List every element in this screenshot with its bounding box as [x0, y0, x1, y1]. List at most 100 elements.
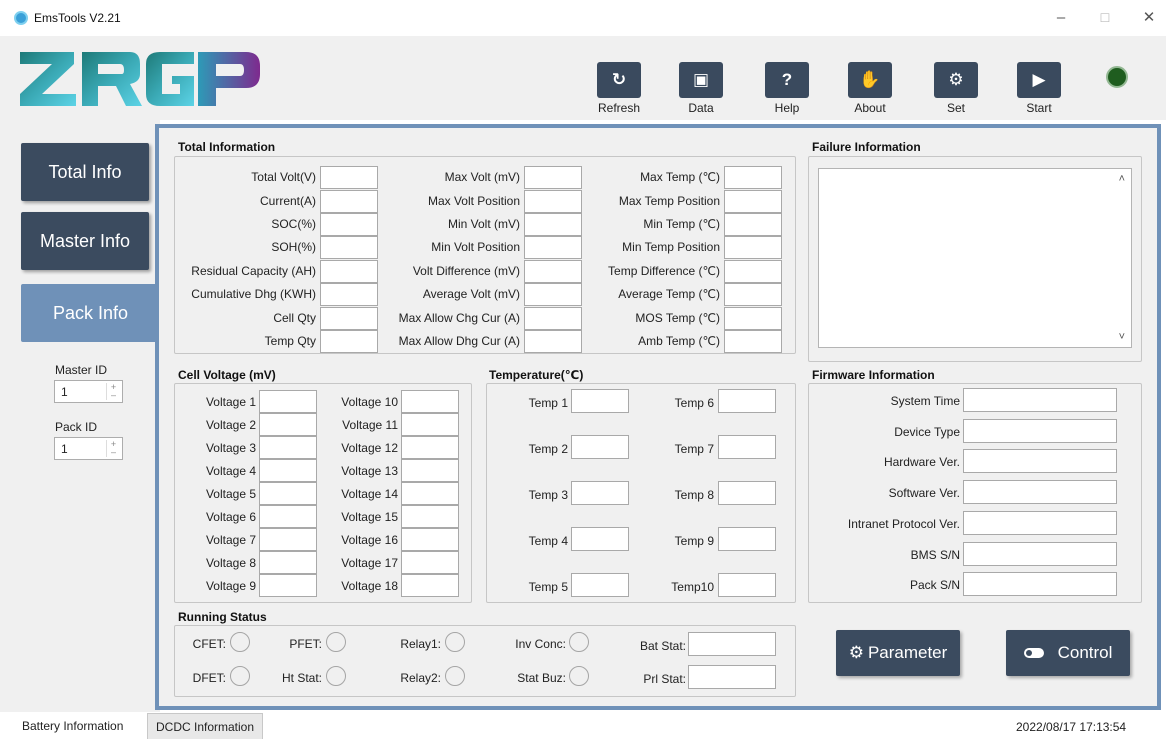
running-status-label: PFET:	[289, 637, 322, 651]
set-button[interactable]: ⚙ Set	[931, 62, 981, 115]
total-info-label: Cumulative Dhg (KWH)	[191, 287, 316, 301]
firmware-value-field	[963, 449, 1117, 473]
firmware-value-field	[963, 542, 1117, 566]
control-button[interactable]: Control	[1006, 630, 1130, 676]
cell-voltage-label: Voltage 3	[205, 441, 256, 455]
total-info-label: Max Temp (℃)	[640, 170, 720, 184]
window-title: EmsTools V2.21	[34, 11, 121, 25]
firmware-label: Hardware Ver.	[883, 455, 960, 469]
refresh-label: Refresh	[597, 101, 641, 115]
total-info-label: MOS Temp (℃)	[635, 311, 720, 325]
refresh-button[interactable]: ↻ Refresh	[594, 62, 644, 115]
gear-icon: ⚙	[848, 643, 864, 662]
cell-voltage-value-field	[401, 551, 459, 574]
master-id-spinbox[interactable]: 1 + –	[54, 380, 123, 403]
close-button[interactable]: ✕	[1134, 6, 1164, 30]
total-info-label: Min Temp Position	[622, 240, 720, 254]
total-info-label: Max Volt Position	[427, 194, 520, 208]
prl-stat-label: Prl Stat:	[643, 672, 686, 686]
total-info-label: Volt Difference (mV)	[412, 264, 520, 278]
firmware-label: System Time	[890, 394, 960, 408]
total-info-label: Max Allow Chg Cur (A)	[398, 311, 520, 325]
running-status-title: Running Status	[178, 610, 267, 624]
total-info-label: Residual Capacity (AH)	[191, 264, 316, 278]
parameter-button[interactable]: ⚙ Parameter	[836, 630, 960, 676]
help-icon: ?	[765, 62, 809, 98]
cell-voltage-label: Voltage 12	[341, 441, 398, 455]
pack-id-stepper[interactable]: + –	[106, 440, 120, 457]
cell-voltage-value-field	[401, 413, 459, 436]
data-button[interactable]: ▣ Data	[676, 62, 726, 115]
connection-status-indicator	[1106, 66, 1128, 88]
master-id-value: 1	[61, 385, 68, 399]
play-icon: ▶	[1017, 62, 1061, 98]
cell-voltage-value-field	[401, 482, 459, 505]
bat-stat-label: Bat Stat:	[639, 639, 686, 653]
toggle-icon	[1023, 648, 1044, 658]
tab-battery-information[interactable]: Battery Information	[14, 713, 132, 739]
running-status-label: Inv Conc:	[515, 637, 566, 651]
total-info-value-field	[724, 190, 782, 213]
total-info-value-field	[724, 330, 782, 353]
minimize-button[interactable]: –	[1046, 6, 1076, 30]
status-datetime: 2022/08/17 17:13:54	[1016, 720, 1127, 734]
temperature-label: Temp 2	[528, 442, 568, 456]
total-info-value-field	[724, 213, 782, 236]
total-info-value-field	[724, 236, 782, 259]
temperature-label: Temp 9	[674, 534, 714, 548]
total-info-value-field	[724, 166, 782, 189]
cell-voltage-label: Voltage 13	[341, 464, 398, 478]
start-label: Start	[1026, 101, 1052, 115]
status-indicator-circle	[445, 632, 465, 652]
temperature-label: Temp 6	[674, 396, 714, 410]
help-button[interactable]: ? Help	[762, 62, 812, 115]
cell-voltage-value-field	[401, 528, 459, 551]
cell-voltage-label: Voltage 4	[205, 464, 256, 478]
total-info-label: Total Volt(V)	[251, 170, 316, 184]
scroll-up-icon[interactable]: ˄	[1119, 173, 1125, 185]
master-id-stepper[interactable]: + –	[106, 383, 120, 400]
cell-voltage-label: Voltage 14	[341, 487, 398, 501]
running-status-label: CFET:	[192, 637, 226, 651]
cell-voltage-label: Voltage 17	[341, 556, 398, 570]
decrement-icon[interactable]: –	[107, 448, 120, 457]
running-status-label: Stat Buz:	[517, 671, 566, 685]
scroll-down-icon[interactable]: ˅	[1119, 331, 1125, 343]
app-icon	[14, 11, 28, 25]
cell-voltage-label: Voltage 10	[341, 395, 398, 409]
total-info-label: SOH(%)	[271, 240, 316, 254]
start-button[interactable]: ▶ Start	[1014, 62, 1064, 115]
total-info-label: Min Temp (℃)	[643, 217, 720, 231]
firmware-value-field	[963, 572, 1117, 596]
pack-id-value: 1	[61, 442, 68, 456]
pack-id-spinbox[interactable]: 1 + –	[54, 437, 123, 460]
decrement-icon[interactable]: –	[107, 391, 120, 400]
firmware-value-field	[963, 511, 1117, 535]
firmware-label: Intranet Protocol Ver.	[847, 517, 960, 531]
cell-voltage-label: Voltage 16	[341, 533, 398, 547]
temperature-label: Temp 3	[528, 488, 568, 502]
pack-id-label: Pack ID	[55, 420, 98, 434]
hand-icon: ✋	[848, 62, 892, 98]
status-indicator-circle	[326, 632, 346, 652]
total-info-label: Max Volt (mV)	[444, 170, 520, 184]
cell-voltage-title: Cell Voltage (mV)	[178, 368, 276, 382]
tab-dcdc-information[interactable]: DCDC Information	[147, 713, 264, 739]
about-button[interactable]: ✋ About	[845, 62, 895, 115]
total-info-label: Current(A)	[259, 194, 316, 208]
total-info-value-field	[724, 307, 782, 330]
temperature-label: Temp 5	[528, 580, 568, 594]
left-nav-pane	[0, 120, 160, 712]
failure-text-area[interactable]: ˄ ˅	[818, 168, 1132, 348]
total-info-label: Max Allow Dhg Cur (A)	[398, 334, 520, 348]
firmware-info-title: Firmware Information	[812, 368, 935, 382]
cell-voltage-label: Voltage 8	[205, 556, 256, 570]
refresh-icon: ↻	[597, 62, 641, 98]
total-info-value-field	[724, 283, 782, 306]
parameter-label: Parameter	[867, 643, 948, 662]
cell-voltage-value-field	[401, 436, 459, 459]
maximize-button[interactable]: ☐	[1090, 6, 1120, 30]
temperature-label: Temp 7	[674, 442, 714, 456]
temperature-label: Temp 8	[674, 488, 714, 502]
status-indicator-circle	[569, 666, 589, 686]
